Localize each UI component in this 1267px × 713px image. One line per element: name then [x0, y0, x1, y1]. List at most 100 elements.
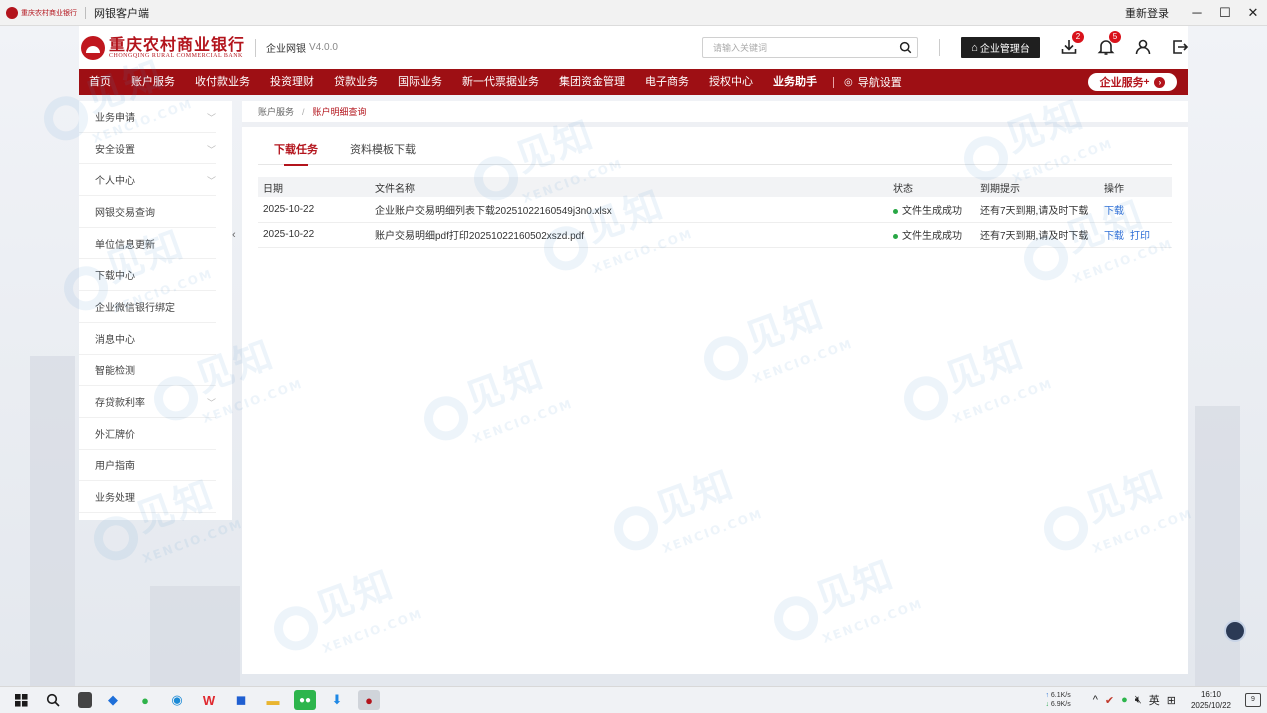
breadcrumb-separator: /: [302, 106, 305, 117]
sidebar-item-smart-check[interactable]: 智能检测: [79, 355, 216, 387]
close-button[interactable]: ✕: [1239, 0, 1267, 26]
enterprise-service-button[interactable]: 企业服务 + ›: [1088, 73, 1177, 91]
download-badge: 2: [1072, 31, 1084, 43]
sidebar: 业务申请 ﹀ 安全设置 ﹀ 个人中心 ﹀ 网银交易查询 单位信息更新 下载中心 企业微…: [79, 101, 232, 520]
sidebar-item-label: 下载中心: [95, 271, 135, 283]
notification-center-icon[interactable]: 9: [1245, 693, 1261, 707]
user-button[interactable]: [1134, 38, 1152, 56]
tray-app-icon[interactable]: ✔: [1105, 694, 1114, 707]
breadcrumb-current: 账户明细查询: [312, 107, 367, 117]
sidebar-item-label: 企业微信银行绑定: [95, 302, 175, 314]
net-download: 6.9K/s: [1050, 701, 1071, 708]
sidebar-item-wechat-binding[interactable]: 企业微信银行绑定: [79, 291, 216, 323]
table-row: 2025-10-22 账户交易明细pdf打印20251022160502xszd…: [258, 222, 1172, 248]
sidebar-item-security-settings[interactable]: 安全设置 ﹀: [79, 133, 216, 165]
customer-service-avatar[interactable]: [1224, 620, 1246, 642]
column-header-filename: 文件名称: [370, 177, 888, 197]
app-download-icon[interactable]: ⬇: [326, 690, 348, 710]
print-link[interactable]: 打印: [1130, 231, 1150, 242]
gear-icon: ◎: [844, 76, 853, 88]
breadcrumb: 账户服务 / 账户明细查询: [242, 101, 1188, 127]
cell-actions: 下载 打印: [1099, 222, 1172, 248]
nav-item-authorization[interactable]: 授权中心: [699, 69, 763, 95]
sidebar-item-label: 网银交易查询: [95, 207, 155, 219]
download-tasks-button[interactable]: 2: [1060, 31, 1084, 56]
column-header-actions: 操作: [1099, 177, 1172, 197]
sidebar-item-business-processing[interactable]: 业务处理: [79, 481, 216, 513]
nav-item-payments[interactable]: 收付款业务: [185, 69, 260, 95]
search-icon[interactable]: [899, 41, 912, 54]
browser-360-icon[interactable]: ●: [134, 690, 156, 710]
ime-language[interactable]: 英: [1149, 692, 1160, 708]
nav-item-group-funds[interactable]: 集团资金管理: [549, 69, 635, 95]
net-upload: 6.1K/s: [1050, 692, 1071, 699]
nav-settings-button[interactable]: ◎ 导航设置: [844, 74, 902, 90]
sidebar-item-message-center[interactable]: 消息中心: [79, 323, 216, 355]
volume-muted-icon[interactable]: 🔇︎: [1135, 694, 1142, 707]
wps-office-icon[interactable]: W: [198, 690, 220, 710]
search-input[interactable]: [713, 42, 893, 53]
nav-item-assistant[interactable]: 业务助手: [763, 69, 827, 95]
minimize-button[interactable]: ─: [1183, 0, 1211, 26]
logout-icon: [1173, 40, 1189, 54]
windows-start-icon[interactable]: [10, 690, 32, 710]
file-explorer-icon[interactable]: ▬: [262, 690, 284, 710]
bank-brand[interactable]: 重庆农村商业银行 CHONGQING RURAL COMMERCIAL BANK…: [81, 35, 338, 60]
sidebar-item-label: 消息中心: [95, 334, 135, 346]
logout-button[interactable]: [1171, 38, 1189, 56]
sidebar-item-business-application[interactable]: 业务申请 ﹀: [79, 101, 216, 133]
plus-mark: +: [1143, 76, 1150, 88]
sidebar-collapse-handle[interactable]: ‹: [232, 229, 240, 245]
brand-divider: [255, 38, 257, 57]
notification-badge: 5: [1109, 31, 1121, 43]
sidebar-item-user-guide[interactable]: 用户指南: [79, 450, 216, 482]
cell-expiry: 还有7天到期,请及时下载: [975, 222, 1099, 248]
relogin-button[interactable]: 重新登录: [1125, 5, 1169, 21]
sidebar-item-transaction-query[interactable]: 网银交易查询: [79, 196, 216, 228]
chevron-down-icon: ﹀: [206, 113, 216, 123]
nav-item-loans[interactable]: 贷款业务: [324, 69, 388, 95]
tab-template-download[interactable]: 资料模板下载: [350, 139, 416, 165]
sidebar-item-label: 个人中心: [95, 176, 135, 188]
sidebar-item-download-center[interactable]: 下载中心: [79, 259, 216, 292]
notifications-button[interactable]: 5: [1097, 31, 1121, 56]
sidebar-item-personal-center[interactable]: 个人中心 ﹀: [79, 164, 216, 197]
calculator-icon[interactable]: [78, 692, 92, 708]
nav-item-international[interactable]: 国际业务: [388, 69, 452, 95]
chevron-down-icon: ﹀: [206, 176, 216, 187]
nav-item-bills[interactable]: 新一代票据业务: [452, 69, 549, 95]
background-tower-right: [1195, 406, 1240, 686]
nav-item-investment[interactable]: 投资理财: [260, 69, 324, 95]
tab-download-tasks[interactable]: 下载任务: [274, 139, 318, 166]
bank-client-taskbar-icon[interactable]: ●: [358, 690, 380, 710]
sidebar-item-label: 用户指南: [95, 461, 135, 473]
main-nav: 首页 账户服务 收付款业务 投资理财 贷款业务 国际业务 新一代票据业务 集团资…: [79, 69, 1188, 95]
wechat-icon[interactable]: ●●: [294, 690, 316, 710]
sidebar-item-label: 外汇牌价: [95, 429, 135, 441]
download-link[interactable]: 下载: [1104, 231, 1124, 242]
sidebar-item-org-info-update[interactable]: 单位信息更新: [79, 228, 216, 260]
cell-date: 2025-10-22: [258, 222, 370, 248]
sidebar-item-label: 单位信息更新: [95, 239, 155, 251]
tray-wechat-icon[interactable]: ●: [1121, 694, 1128, 706]
enterprise-admin-button[interactable]: ⌂ 企业管理台: [961, 37, 1040, 58]
clock[interactable]: 16:10 2025/10/22: [1191, 689, 1231, 711]
sidebar-item-interest-rates[interactable]: 存贷款利率 ﹀: [79, 386, 216, 418]
sidebar-item-fx-rates[interactable]: 外汇牌价: [79, 418, 216, 450]
breadcrumb-parent[interactable]: 账户服务: [258, 105, 294, 118]
download-link[interactable]: 下载: [1104, 206, 1124, 217]
maximize-button[interactable]: ☐: [1211, 0, 1239, 26]
nav-item-account-services[interactable]: 账户服务: [121, 69, 185, 95]
ime-mode-icon[interactable]: ⊞: [1167, 694, 1176, 707]
nav-item-home[interactable]: 首页: [79, 69, 121, 95]
app-blue-icon[interactable]: ◼: [230, 690, 252, 710]
window-title: 网银客户端: [94, 7, 149, 20]
nav-item-ecommerce[interactable]: 电子商务: [635, 69, 699, 95]
search-icon[interactable]: [42, 690, 64, 710]
tab-bar: 下载任务 资料模板下载: [258, 139, 1172, 166]
notification-count: 9: [1251, 696, 1255, 703]
app-diamond-icon[interactable]: ◆: [102, 690, 124, 710]
system-version: V4.0.0: [309, 42, 338, 53]
edge-browser-icon[interactable]: ◉: [166, 690, 188, 710]
chevron-up-icon[interactable]: ^: [1093, 694, 1098, 706]
